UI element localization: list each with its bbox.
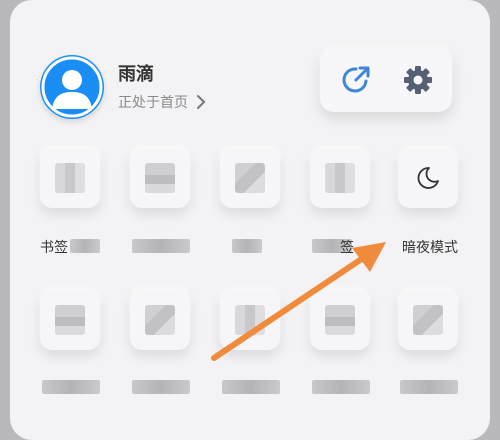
chevron-right-icon (197, 95, 206, 109)
grid-item-4[interactable] (310, 148, 370, 208)
pixelated-icon (235, 163, 265, 193)
blurred-label (312, 380, 370, 394)
pixelated-icon (413, 305, 443, 335)
grid-item-10[interactable] (398, 290, 458, 350)
blurred-label (400, 380, 458, 394)
blurred-label (232, 239, 262, 253)
status-text: 正处于首页 (118, 95, 188, 111)
grid-item-2[interactable] (130, 148, 190, 208)
blurred-label (42, 380, 100, 394)
grid-item-3[interactable] (220, 148, 280, 208)
blurred-label (70, 239, 100, 253)
pixelated-icon (325, 163, 355, 193)
dark-mode-button[interactable] (398, 148, 458, 208)
pixelated-icon (145, 163, 175, 193)
user-status[interactable]: 正处于首页 (118, 92, 206, 112)
moon-icon (417, 167, 439, 189)
grid-item-7[interactable] (130, 290, 190, 350)
grid-item-9[interactable] (310, 290, 370, 350)
label-item-4: 签 (340, 240, 354, 256)
grid-item-bookmark[interactable] (40, 148, 100, 208)
avatar[interactable] (40, 55, 104, 119)
user-icon (41, 56, 103, 118)
pixelated-icon (235, 305, 265, 335)
settings-button[interactable] (400, 62, 436, 98)
grid-item-8[interactable] (220, 290, 280, 350)
grid-item-6[interactable] (40, 290, 100, 350)
share-refresh-icon (342, 66, 370, 93)
blurred-label (132, 380, 190, 394)
blurred-label (132, 239, 190, 253)
gear-icon (404, 66, 432, 94)
pixelated-icon (325, 305, 355, 335)
share-button[interactable] (338, 62, 374, 98)
action-card (320, 48, 452, 112)
blurred-label (222, 380, 280, 394)
pixelated-icon (55, 305, 85, 335)
label-dark-mode: 暗夜模式 (402, 240, 458, 256)
pixelated-icon (55, 163, 85, 193)
user-name[interactable]: 雨滴 (118, 60, 154, 86)
pixelated-icon (145, 305, 175, 335)
